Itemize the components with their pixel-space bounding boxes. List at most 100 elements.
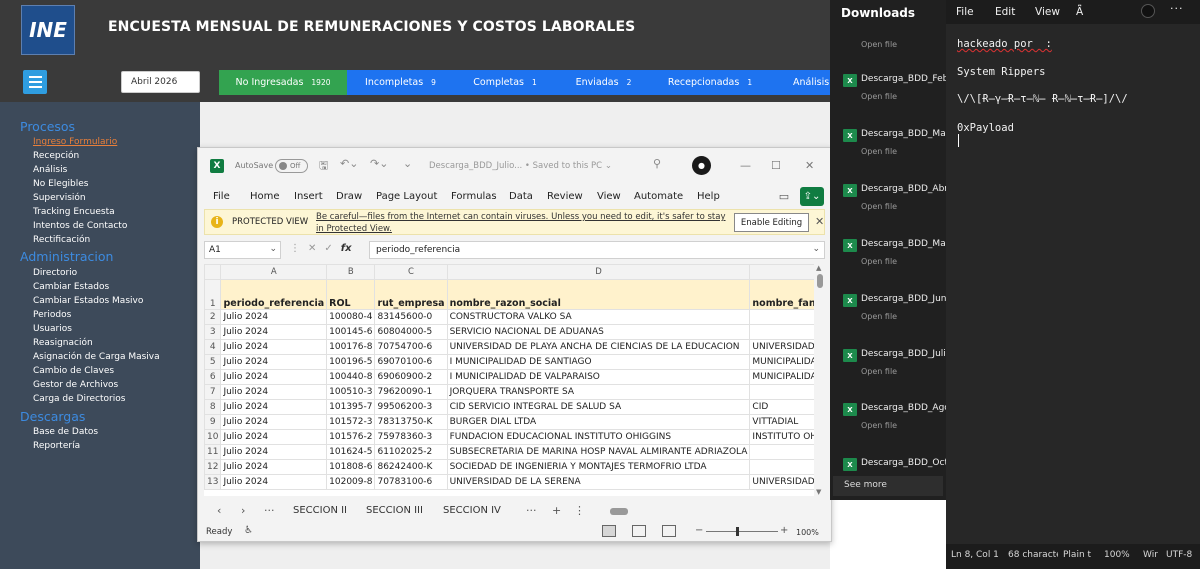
cell[interactable]: [749, 459, 814, 475]
name-box[interactable]: A1 ⌄: [204, 241, 281, 259]
sidebar-section-procesos[interactable]: Procesos: [20, 119, 75, 134]
download-filename[interactable]: Descarga_BDD_Agos: [861, 403, 946, 413]
cell[interactable]: 100440-8: [326, 369, 376, 385]
cell[interactable]: [749, 324, 814, 340]
save-icon[interactable]: 🖫: [319, 157, 328, 176]
insert-function-icon[interactable]: fx: [341, 243, 352, 254]
cell[interactable]: 78313750-K: [374, 414, 448, 430]
text-format[interactable]: Plain t: [1063, 550, 1091, 560]
cell[interactable]: SUBSECRETARIA DE MARINA HOSP NAVAL ALMIR…: [446, 444, 751, 460]
cell[interactable]: 100196-5: [326, 354, 376, 370]
header-cell[interactable]: nombre_fantasia: [749, 279, 814, 310]
cell[interactable]: 99506200-3: [374, 399, 448, 415]
sidebar-item-ingreso-formulario[interactable]: Ingreso Formulario: [33, 137, 117, 147]
tab-file[interactable]: File: [213, 191, 230, 202]
user-avatar[interactable]: [1141, 4, 1155, 18]
spreadsheet-grid[interactable]: A B C D 1 periodo_referencia ROL rut_emp…: [204, 264, 814, 496]
row-header[interactable]: 9: [204, 414, 222, 430]
sidebar-item-periodos[interactable]: Periodos: [33, 310, 71, 320]
cell[interactable]: Julio 2024: [220, 354, 328, 370]
accessibility-icon[interactable]: ♿: [244, 525, 253, 536]
line-ending[interactable]: Wir: [1143, 550, 1159, 560]
sidebar-item-cambiar-estados-masivo[interactable]: Cambiar Estados Masivo: [33, 296, 143, 306]
tab-recepcionadas[interactable]: Recepcionadas 1: [651, 70, 769, 95]
sidebar-section-descargas[interactable]: Descargas: [20, 409, 85, 424]
cell[interactable]: Julio 2024: [220, 369, 328, 385]
sidebar-item-no-elegibles[interactable]: No Elegibles: [33, 179, 88, 189]
cell[interactable]: CID: [749, 399, 814, 415]
autosave-toggle[interactable]: Off: [275, 159, 308, 173]
sidebar-item-analisis[interactable]: Análisis: [33, 165, 67, 175]
menu-file[interactable]: File: [956, 6, 974, 18]
protected-view-message[interactable]: Be careful—files from the Internet can c…: [316, 211, 728, 235]
scroll-down-icon[interactable]: ▼: [816, 488, 821, 496]
cell[interactable]: 101395-7: [326, 399, 376, 415]
cell[interactable]: CID SERVICIO INTEGRAL DE SALUD SA: [446, 399, 751, 415]
more-commands-icon[interactable]: ⌄: [403, 157, 412, 170]
sidebar-item-reasignacion[interactable]: Reasignación: [33, 338, 93, 348]
open-file-link[interactable]: Open file: [861, 40, 897, 49]
cell[interactable]: BURGER DIAL LTDA: [446, 414, 751, 430]
cell[interactable]: 101624-5: [326, 444, 376, 460]
cell[interactable]: [749, 309, 814, 325]
cell[interactable]: 100510-3: [326, 384, 376, 400]
tab-data[interactable]: Data: [509, 191, 533, 202]
cell[interactable]: Julio 2024: [220, 324, 328, 340]
tab-view[interactable]: View: [597, 191, 621, 202]
row-header[interactable]: 5: [204, 354, 222, 370]
more-sheets-icon[interactable]: ···: [526, 504, 537, 517]
cell[interactable]: Julio 2024: [220, 414, 328, 430]
check-icon[interactable]: ✓: [324, 243, 332, 254]
sidebar-item-base-datos[interactable]: Base de Datos: [33, 427, 98, 437]
row-header[interactable]: 7: [204, 384, 222, 400]
sidebar-item-rectificacion[interactable]: Rectificación: [33, 235, 90, 245]
tab-page-layout[interactable]: Page Layout: [376, 191, 437, 202]
cell[interactable]: Julio 2024: [220, 474, 328, 490]
column-header[interactable]: C: [374, 264, 448, 280]
tab-automate[interactable]: Automate: [634, 191, 683, 202]
cell[interactable]: Julio 2024: [220, 309, 328, 325]
tab-formulas[interactable]: Formulas: [451, 191, 497, 202]
select-all-corner[interactable]: [204, 264, 222, 280]
tab-enviadas[interactable]: Enviadas 2: [556, 70, 651, 95]
sidebar-item-reporteria[interactable]: Reportería: [33, 441, 80, 451]
row-header[interactable]: 1: [204, 279, 222, 310]
tab-insert[interactable]: Insert: [294, 191, 323, 202]
cell[interactable]: INSTITUTO OHIGG: [749, 429, 814, 445]
horizontal-scrollbar[interactable]: [596, 508, 818, 515]
tab-help[interactable]: Help: [697, 191, 720, 202]
zoom-slider[interactable]: [706, 531, 778, 532]
more-sheets-icon[interactable]: ···: [264, 504, 275, 517]
cell[interactable]: Julio 2024: [220, 444, 328, 460]
menu-edit[interactable]: Edit: [995, 6, 1015, 18]
cell[interactable]: [749, 444, 814, 460]
download-filename[interactable]: Descarga_BDD_Julio: [861, 349, 946, 359]
cell[interactable]: 75978360-3: [374, 429, 448, 445]
cell[interactable]: FUNDACION EDUCACIONAL INSTITUTO OHIGGINS: [446, 429, 751, 445]
zoom-out-icon[interactable]: −: [695, 525, 703, 536]
cell[interactable]: 83145600-0: [374, 309, 448, 325]
sidebar-item-cambio-claves[interactable]: Cambio de Claves: [33, 366, 114, 376]
cell[interactable]: UNIVERSIDAD DE PLAYA ANCHA DE CIENCIAS D…: [446, 339, 751, 355]
cell[interactable]: [749, 384, 814, 400]
see-more-button[interactable]: See more: [833, 476, 943, 496]
sidebar-section-administracion[interactable]: Administracion: [20, 249, 113, 264]
formula-input[interactable]: periodo_referencia ⌄: [369, 241, 825, 259]
open-file-link[interactable]: Open file: [861, 257, 897, 266]
tab-incompletas[interactable]: Incompletas 9: [347, 70, 454, 95]
text-editor[interactable]: hackeado por : System Rippers \/\[Ɍ̶γ̶Ɍ̶…: [946, 24, 1200, 544]
enable-editing-button[interactable]: Enable Editing: [734, 213, 809, 232]
tab-no-ingresadas[interactable]: No Ingresadas 1920: [219, 70, 347, 95]
font-icon[interactable]: A͆: [1076, 6, 1083, 18]
zoom-slider-handle[interactable]: [736, 527, 739, 536]
open-file-link[interactable]: Open file: [861, 421, 897, 430]
open-file-link[interactable]: Open file: [861, 367, 897, 376]
add-sheet-icon[interactable]: +: [552, 504, 561, 517]
column-header[interactable]: B: [326, 264, 376, 280]
cell[interactable]: JORQUERA TRANSPORTE SA: [446, 384, 751, 400]
cell[interactable]: SOCIEDAD DE INGENIERIA Y MONTAJES TERMOF…: [446, 459, 751, 475]
sidebar-item-gestor-archivos[interactable]: Gestor de Archivos: [33, 380, 118, 390]
cell[interactable]: UNIVERSIDAD DE LA SERENA: [446, 474, 751, 490]
row-header[interactable]: 8: [204, 399, 222, 415]
download-filename[interactable]: Descarga_BDD_Febr: [861, 74, 946, 84]
